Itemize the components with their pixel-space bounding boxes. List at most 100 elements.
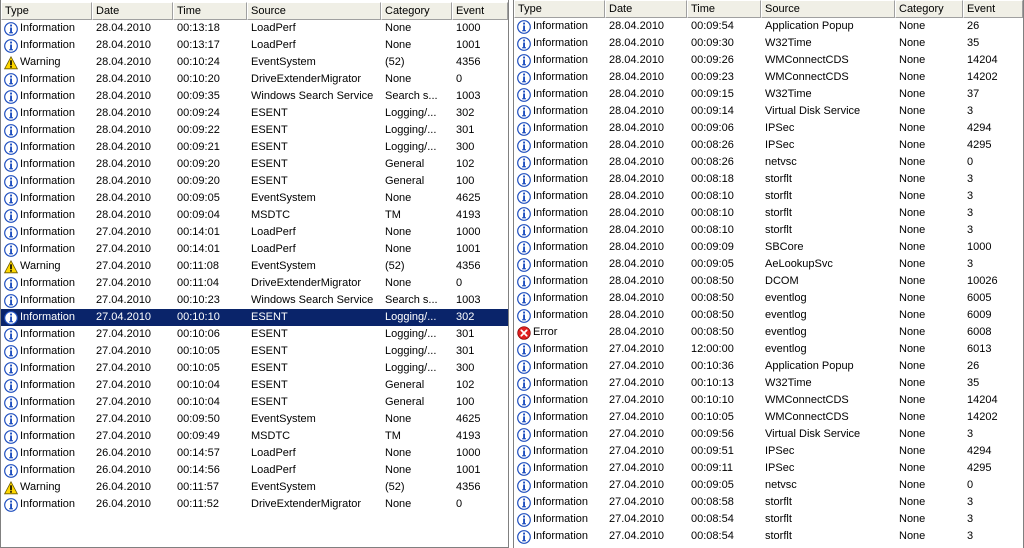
column-header-time[interactable]: Time [173,2,247,20]
cell-source: EventSystem [251,192,316,204]
column-header-type[interactable]: Type [514,0,605,18]
table-row[interactable]: Information 28.04.2010 00:08:10 storflt None… [514,205,1023,222]
table-row[interactable]: Information 27.04.2010 00:08:54 storflt None… [514,528,1023,545]
table-row[interactable]: Information 27.04.2010 00:09:49 MSDTC TM 4193 [1,428,508,445]
table-row[interactable]: Information 28.04.2010 00:08:50 eventlog Non… [514,307,1023,324]
table-row[interactable]: Information 28.04.2010 00:09:09 SBCore None 1… [514,239,1023,256]
table-row[interactable]: Information 28.04.2010 00:09:20 ESENT Genera… [1,156,508,173]
table-row[interactable]: Information 27.04.2010 00:10:04 ESENT Genera… [1,394,508,411]
cell-event: 4625 [456,413,481,425]
table-row[interactable]: Information 27.04.2010 00:10:10 ESENT Loggin… [1,309,508,326]
column-header-event[interactable]: Event [452,2,508,20]
table-row[interactable]: Information 28.04.2010 00:09:26 WMConnectCD… [514,52,1023,69]
cell-event: 3 [967,258,974,270]
table-row[interactable]: Information 27.04.2010 00:10:05 ESENT Loggin… [1,360,508,377]
table-row[interactable]: Information 27.04.2010 00:14:01 LoadPerf Non… [1,241,508,258]
table-row[interactable]: Information 27.04.2010 00:11:04 DriveExtend… [1,275,508,292]
table-row[interactable]: Warning 26.04.2010 00:11:57 EventSystem (52)… [1,479,508,496]
table-row[interactable]: Information 28.04.2010 00:08:10 storflt None… [514,222,1023,239]
table-row[interactable]: Information 27.04.2010 00:08:58 storflt None… [514,494,1023,511]
cell-date: 28.04.2010 [609,54,665,66]
cell-category: None [899,496,926,508]
table-row[interactable]: Information 28.04.2010 00:08:26 IPSec None 42… [514,137,1023,154]
cell-source: ESENT [251,107,288,119]
table-row[interactable]: Information 28.04.2010 00:08:10 storflt None… [514,188,1023,205]
table-row[interactable]: Information 27.04.2010 00:08:54 storflt None… [514,511,1023,528]
table-row[interactable]: Information 26.04.2010 00:14:56 LoadPerf Non… [1,462,508,479]
table-row[interactable]: Information 28.04.2010 00:08:50 eventlog Non… [514,290,1023,307]
type-label: Information [20,158,76,170]
cell-event: 102 [456,158,475,170]
table-row[interactable]: Information 28.04.2010 00:09:30 W32Time None… [514,35,1023,52]
cell-date: 28.04.2010 [96,56,152,68]
cell-source: Application Popup [765,20,854,32]
table-row[interactable]: Information 28.04.2010 00:13:18 LoadPerf Non… [1,20,508,37]
type-label: Information [20,430,76,442]
event-list-right[interactable]: Type Date Time Source Category Event Inf… [513,0,1024,548]
cell-event: 301 [456,124,475,136]
column-header-event[interactable]: Event [963,0,1023,18]
table-row[interactable]: Information 27.04.2010 00:09:05 netvsc None 0 [514,477,1023,494]
table-row[interactable]: Information 27.04.2010 00:09:51 IPSec None 42… [514,443,1023,460]
cell-event: 3 [967,224,974,236]
cell-event: 3 [967,496,974,508]
cell-type: Information [514,69,605,86]
table-row[interactable]: Information 27.04.2010 12:00:00 eventlog Non… [514,341,1023,358]
column-header-source[interactable]: Source [761,0,895,18]
table-row[interactable]: Information 27.04.2010 00:09:56 Virtual Dis… [514,426,1023,443]
table-row[interactable]: Information 27.04.2010 00:10:06 ESENT Loggin… [1,326,508,343]
table-row[interactable]: Warning 27.04.2010 00:11:08 EventSystem (52)… [1,258,508,275]
table-row[interactable]: Information 27.04.2010 00:10:36 Application… [514,358,1023,375]
type-label: Error [533,326,558,338]
table-row[interactable]: Information 27.04.2010 00:09:50 EventSystem… [1,411,508,428]
table-row[interactable]: Information 27.04.2010 00:10:05 WMConnectCD… [514,409,1023,426]
column-header-category[interactable]: Category [381,2,452,20]
table-row[interactable]: Information 26.04.2010 00:11:52 DriveExtend… [1,496,508,513]
table-row[interactable]: Information 27.04.2010 00:10:23 Windows Sea… [1,292,508,309]
table-row[interactable]: Information 27.04.2010 00:09:11 IPSec None 42… [514,460,1023,477]
table-row[interactable]: Information 27.04.2010 00:10:13 W32Time None… [514,375,1023,392]
table-row[interactable]: Information 28.04.2010 00:08:26 netvsc None 0 [514,154,1023,171]
column-header-time[interactable]: Time [687,0,761,18]
cell-source: AeLookupSvc [765,258,833,270]
cell-category: None [899,241,926,253]
table-row[interactable]: Information 28.04.2010 00:08:18 storflt None… [514,171,1023,188]
table-row[interactable]: Information 26.04.2010 00:14:57 LoadPerf Non… [1,445,508,462]
table-row[interactable]: Information 28.04.2010 00:09:05 AeLookupSvc… [514,256,1023,273]
type-label: Information [20,379,76,391]
table-row[interactable]: Error 28.04.2010 00:08:50 eventlog None 6008 [514,324,1023,341]
column-header-source[interactable]: Source [247,2,381,20]
table-row[interactable]: Information 28.04.2010 00:09:23 WMConnectCD… [514,69,1023,86]
cell-time: 00:10:23 [177,294,220,306]
table-row[interactable]: Information 27.04.2010 00:10:10 WMConnectCD… [514,392,1023,409]
table-row[interactable]: Information 28.04.2010 00:09:14 Virtual Dis… [514,103,1023,120]
table-row[interactable]: Information 28.04.2010 00:09:35 Windows Sea… [1,88,508,105]
table-row[interactable]: Information 28.04.2010 00:09:04 MSDTC TM 4193 [1,207,508,224]
table-row[interactable]: Information 28.04.2010 00:08:50 DCOM None 100… [514,273,1023,290]
table-row[interactable]: Warning 28.04.2010 00:10:24 EventSystem (52)… [1,54,508,71]
table-row[interactable]: Information 28.04.2010 00:10:20 DriveExtend… [1,71,508,88]
column-header-category[interactable]: Category [895,0,963,18]
cell-time: 00:09:50 [177,413,220,425]
table-row[interactable]: Information 28.04.2010 00:09:05 EventSystem… [1,190,508,207]
cell-source: ESENT [251,379,288,391]
table-row[interactable]: Information 27.04.2010 00:14:01 LoadPerf Non… [1,224,508,241]
table-row[interactable]: Information 28.04.2010 00:09:15 W32Time None… [514,86,1023,103]
cell-time: 00:09:09 [691,241,734,253]
table-row[interactable]: Information 28.04.2010 00:09:54 Application… [514,18,1023,35]
table-row[interactable]: Information 28.04.2010 00:09:24 ESENT Loggin… [1,105,508,122]
cell-event: 302 [456,311,475,323]
column-header-date[interactable]: Date [92,2,173,20]
table-row[interactable]: Information 28.04.2010 00:09:21 ESENT Loggin… [1,139,508,156]
event-list-left[interactable]: Type Date Time Source Category Event Inf… [0,0,509,548]
table-row[interactable]: Information 28.04.2010 00:09:06 IPSec None 42… [514,120,1023,137]
table-row[interactable]: Information 27.04.2010 00:10:04 ESENT Genera… [1,377,508,394]
cell-category: None [899,394,926,406]
table-row[interactable]: Information 28.04.2010 00:09:22 ESENT Loggin… [1,122,508,139]
information-icon [517,393,531,408]
column-header-type[interactable]: Type [1,2,92,20]
table-row[interactable]: Information 28.04.2010 00:09:20 ESENT Genera… [1,173,508,190]
table-row[interactable]: Information 27.04.2010 00:10:05 ESENT Loggin… [1,343,508,360]
table-row[interactable]: Information 28.04.2010 00:13:17 LoadPerf Non… [1,37,508,54]
column-header-date[interactable]: Date [605,0,687,18]
